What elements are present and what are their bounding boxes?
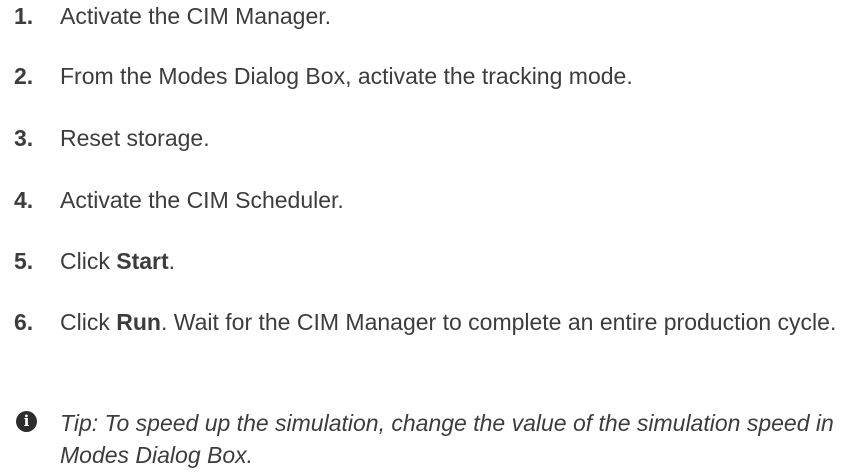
step-5: 5. Click Start. [14,245,839,277]
step-number: 4. [14,187,34,213]
step-4: 4. Activate the CIM Scheduler. [14,184,839,216]
info-icon-glyph: i [16,410,37,432]
step-6: 6. Click Run. Wait for the CIM Manager t… [14,306,839,338]
run-label: Run [116,309,161,335]
step-text-suffix: . [168,248,176,274]
step-number: 3. [14,125,34,151]
step-3: 3. Reset storage. [14,122,839,154]
step-text: From the Modes Dialog Box, activate the … [60,63,633,89]
step-text-suffix: . Wait for the CIM Manager to complete a… [160,309,837,335]
tip-note: i Tip: To speed up the simulation, chang… [14,407,839,471]
step-text: Click Start. [60,245,839,277]
step-text-prefix: Click [60,309,117,335]
step-1: 1. Activate the CIM Manager. [14,0,839,32]
step-number: 1. [14,3,34,29]
step-text-prefix: Click [60,248,117,274]
info-icon: i [14,407,60,439]
step-number: 6. [14,309,34,335]
step-text: Activate the CIM Manager. [60,3,332,29]
tip-text: Tip: To speed up the simulation, change … [60,410,834,468]
step-2: 2. From the Modes Dialog Box, activate t… [14,60,839,92]
step-number: 2. [14,63,34,89]
step-number: 5. [14,248,34,274]
step-text: Activate the CIM Scheduler. [60,187,344,213]
step-text: Reset storage. [60,125,210,151]
start-label: Start [116,248,169,274]
step-text: Click Run. Wait for the CIM Manager to c… [60,306,839,338]
